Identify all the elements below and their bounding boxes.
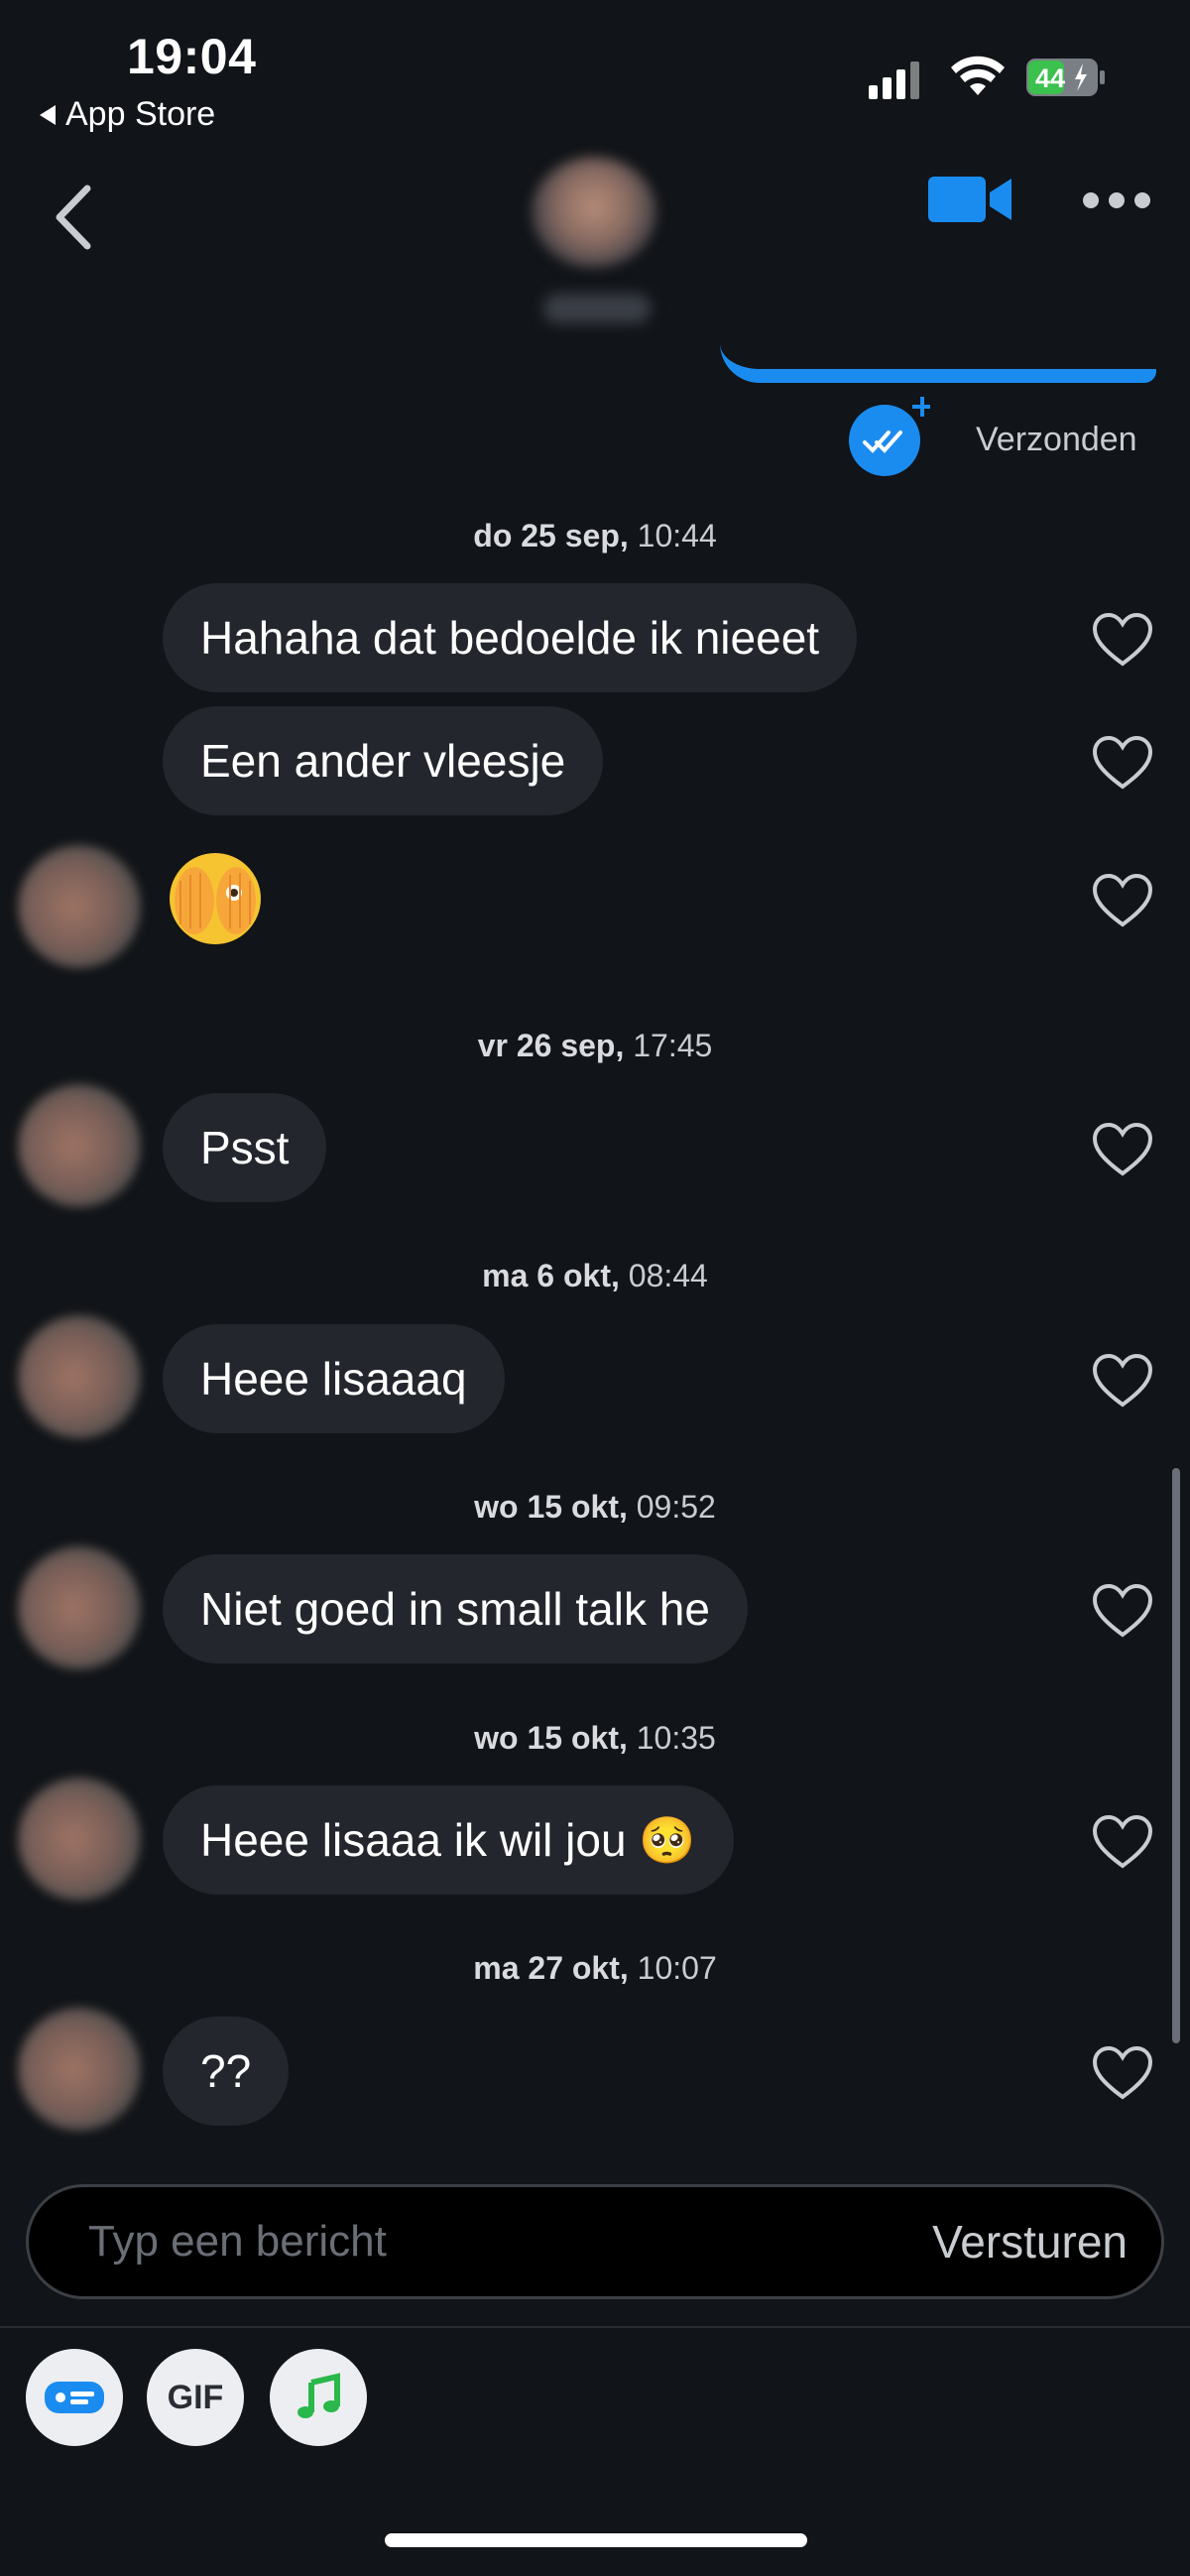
heart-icon[interactable] bbox=[1091, 1814, 1154, 1870]
message-composer[interactable]: Typ een bericht Versturen bbox=[26, 2184, 1164, 2299]
message-bubble[interactable]: Niet goed in small talk he bbox=[163, 1554, 748, 1663]
music-button[interactable] bbox=[270, 2349, 367, 2446]
ellipsis-icon[interactable] bbox=[1083, 188, 1152, 212]
date-separator: wo 15 okt, 10:35 bbox=[474, 1720, 716, 1756]
chat-card-icon bbox=[45, 2382, 104, 2413]
sender-avatar[interactable] bbox=[18, 1546, 141, 1669]
date-separator: vr 26 sep, 17:45 bbox=[477, 1028, 713, 1063]
divider bbox=[0, 2326, 1190, 2328]
message-bubble[interactable]: Hahaha dat bedoelde ik nieeet bbox=[163, 583, 858, 692]
date-separator: do 25 sep, 10:44 bbox=[473, 518, 717, 553]
battery-icon: 44 bbox=[1026, 59, 1105, 96]
heart-icon[interactable] bbox=[1091, 1122, 1154, 1177]
sender-avatar[interactable] bbox=[18, 1315, 141, 1438]
battery-level: 44 bbox=[1035, 63, 1065, 93]
back-triangle-icon bbox=[40, 104, 56, 125]
wifi-icon bbox=[951, 56, 1005, 95]
message-bubble[interactable]: Heee lisaaa ik wil jou 🥺 bbox=[163, 1785, 734, 1895]
sticker-button[interactable] bbox=[26, 2349, 123, 2446]
heart-icon[interactable] bbox=[1091, 873, 1154, 928]
double-check-icon bbox=[849, 397, 930, 476]
contact-name[interactable] bbox=[543, 294, 651, 323]
status-time: 19:04 bbox=[127, 29, 257, 84]
message-bubble[interactable]: ?? bbox=[163, 2017, 290, 2126]
cellular-signal-icon bbox=[869, 60, 919, 99]
heart-icon[interactable] bbox=[1091, 612, 1154, 668]
sent-message-bubble[interactable] bbox=[720, 298, 1156, 383]
heart-icon[interactable] bbox=[1091, 1583, 1154, 1639]
gif-button[interactable]: GIF bbox=[147, 2349, 244, 2446]
face-peeking-emoji[interactable] bbox=[161, 841, 270, 950]
date-separator: ma 6 okt, 08:44 bbox=[482, 1258, 708, 1293]
scroll-indicator[interactable] bbox=[1172, 1468, 1180, 2043]
back-app-label: App Store bbox=[65, 95, 216, 133]
heart-icon[interactable] bbox=[1091, 735, 1154, 791]
message-bubble[interactable]: Heee lisaaaq bbox=[163, 1324, 505, 1433]
contact-avatar[interactable] bbox=[532, 157, 656, 268]
heart-icon[interactable] bbox=[1091, 2045, 1154, 2101]
chevron-left-icon[interactable] bbox=[54, 184, 93, 250]
sender-avatar[interactable] bbox=[18, 2008, 141, 2131]
message-bubble[interactable]: Psst bbox=[163, 1093, 327, 1202]
home-indicator[interactable] bbox=[385, 2533, 807, 2547]
date-separator: ma 27 okt, 10:07 bbox=[473, 1950, 717, 1986]
sent-status-label: Verzonden bbox=[976, 421, 1137, 458]
message-input[interactable]: Typ een bericht bbox=[88, 2217, 387, 2267]
send-button[interactable]: Versturen bbox=[932, 2215, 1128, 2269]
message-bubble[interactable]: Een ander vleesje bbox=[163, 706, 604, 815]
sender-avatar[interactable] bbox=[18, 845, 141, 968]
back-to-app-link[interactable]: App Store bbox=[40, 95, 215, 134]
sender-avatar[interactable] bbox=[18, 1778, 141, 1901]
music-note-icon bbox=[298, 2373, 340, 2418]
sender-avatar[interactable] bbox=[18, 1084, 141, 1207]
video-camera-icon[interactable] bbox=[926, 171, 1015, 228]
heart-icon[interactable] bbox=[1091, 1353, 1154, 1409]
date-separator: wo 15 okt, 09:52 bbox=[474, 1489, 716, 1525]
